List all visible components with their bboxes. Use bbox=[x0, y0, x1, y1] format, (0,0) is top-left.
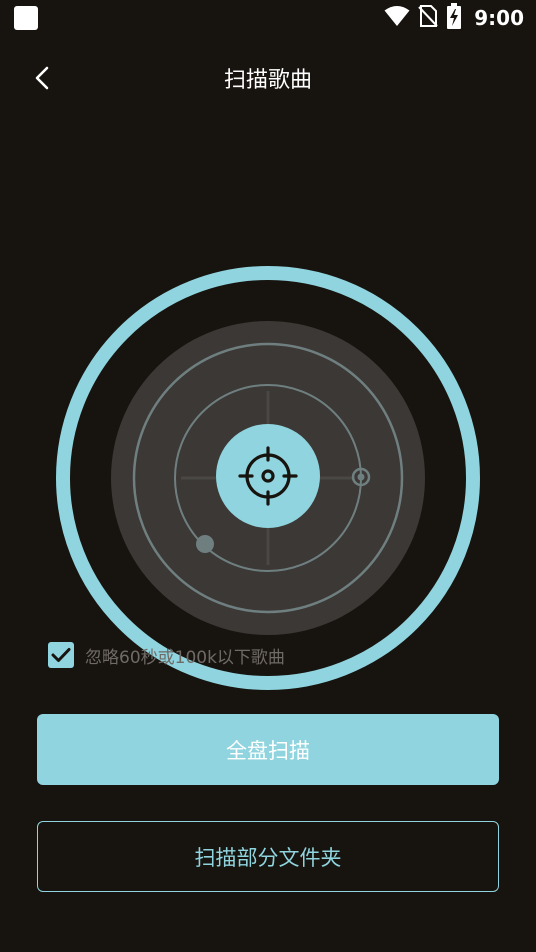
scan-folders-button[interactable]: 扫描部分文件夹 bbox=[37, 821, 499, 892]
page-title: 扫描歌曲 bbox=[223, 68, 312, 93]
full-scan-button[interactable]: 全盘扫描 bbox=[37, 714, 499, 785]
battery-charging-icon bbox=[446, 3, 462, 33]
wifi-icon bbox=[384, 5, 410, 31]
radar-blip-target-dot bbox=[357, 473, 365, 481]
radar-scanner bbox=[56, 266, 480, 690]
status-icons: 9:00 bbox=[384, 3, 524, 33]
radar-center-disc bbox=[216, 424, 320, 528]
radar-blip-dot bbox=[196, 535, 214, 553]
status-bar: 9:00 bbox=[0, 0, 536, 36]
notification-square-icon bbox=[14, 6, 38, 30]
top-bar: 扫描歌曲 bbox=[0, 50, 536, 106]
ignore-short-songs-label: 忽略60秒或100k以下歌曲 bbox=[85, 647, 285, 668]
no-sim-icon bbox=[418, 4, 438, 32]
status-time: 9:00 bbox=[474, 6, 524, 30]
ignore-short-songs-option[interactable]: 忽略60秒或100k以下歌曲 bbox=[48, 641, 285, 669]
checkmark-icon bbox=[51, 648, 71, 662]
ignore-short-songs-checkbox[interactable] bbox=[48, 642, 74, 668]
